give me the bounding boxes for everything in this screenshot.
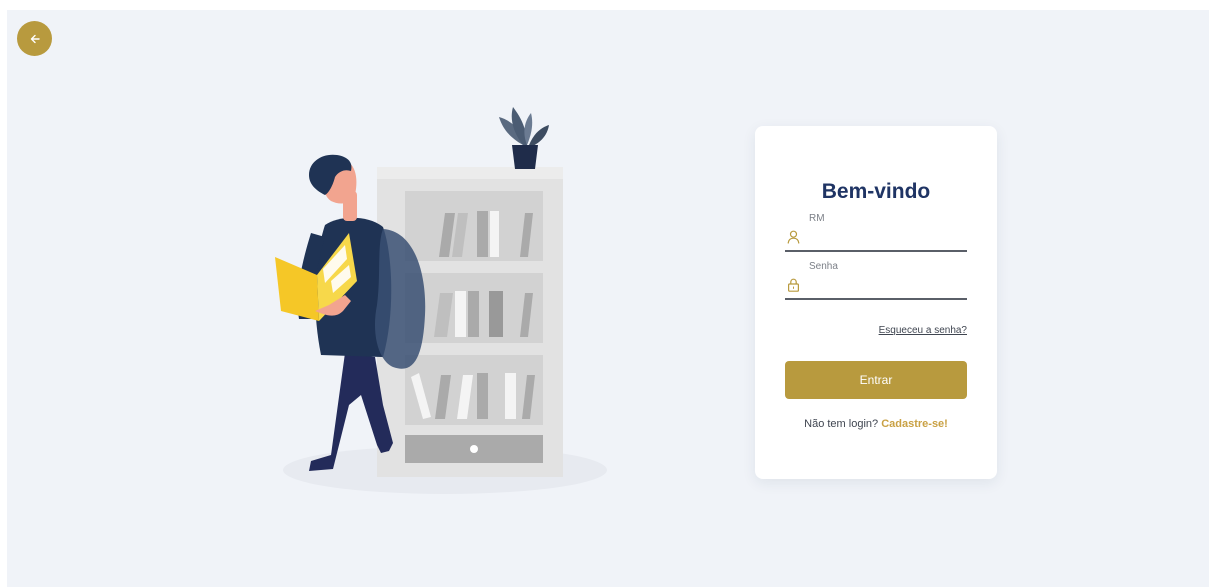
- password-underline: [785, 298, 967, 300]
- forgot-password-link[interactable]: Esqueceu a senha?: [879, 325, 967, 336]
- rm-underline: [785, 250, 967, 252]
- login-card: Bem-vindo RM Senha Esqueceu a senha? Ent…: [755, 126, 997, 479]
- login-button[interactable]: Entrar: [785, 361, 967, 399]
- signup-prompt: Não tem login?: [804, 418, 879, 430]
- rm-label: RM: [809, 213, 825, 224]
- person-reading-illustration: [275, 107, 607, 494]
- rm-input[interactable]: [807, 227, 965, 247]
- back-button[interactable]: [17, 21, 52, 56]
- potted-plant: [499, 107, 549, 169]
- signup-link[interactable]: Cadastre-se!: [881, 418, 948, 430]
- password-input[interactable]: [807, 275, 965, 295]
- password-label: Senha: [809, 261, 838, 272]
- lock-icon: [788, 278, 800, 292]
- user-icon: [787, 230, 800, 244]
- arrow-left-icon: [30, 34, 40, 43]
- login-title: Bem-vindo: [821, 180, 931, 203]
- signup-prompt-line: Não tem login? Cadastre-se!: [755, 418, 997, 430]
- login-page: Bem-vindo RM Senha Esqueceu a senha? Ent…: [7, 10, 1209, 587]
